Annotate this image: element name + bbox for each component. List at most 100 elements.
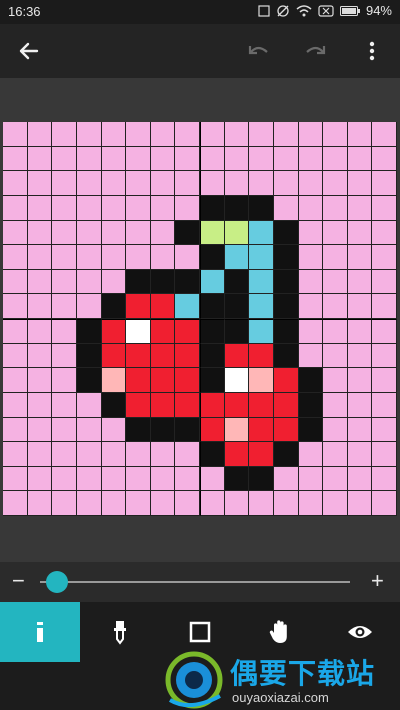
canvas-pixel[interactable] (273, 319, 299, 344)
canvas-pixel[interactable] (273, 146, 299, 172)
canvas-pixel[interactable] (224, 392, 250, 418)
canvas-pixel[interactable] (372, 245, 397, 270)
canvas-pixel[interactable] (52, 269, 77, 295)
canvas-pixel[interactable] (150, 491, 176, 516)
canvas-pixel[interactable] (76, 491, 102, 516)
canvas-pixel[interactable] (347, 319, 373, 344)
canvas-pixel[interactable] (126, 466, 151, 492)
canvas-pixel[interactable] (249, 269, 274, 295)
canvas-pixel[interactable] (200, 417, 225, 443)
canvas-pixel[interactable] (52, 122, 77, 147)
canvas-pixel[interactable] (3, 146, 28, 172)
canvas-pixel[interactable] (347, 220, 373, 246)
canvas-pixel[interactable] (76, 269, 102, 295)
canvas-pixel[interactable] (175, 171, 200, 196)
canvas-pixel[interactable] (27, 319, 53, 344)
canvas-pixel[interactable] (175, 319, 200, 344)
canvas-pixel[interactable] (347, 392, 373, 418)
canvas-pixel[interactable] (224, 146, 250, 172)
canvas-pixel[interactable] (101, 392, 127, 418)
more-options-button[interactable] (356, 35, 388, 67)
canvas-pixel[interactable] (150, 392, 176, 418)
canvas-pixel[interactable] (27, 294, 53, 319)
canvas-pixel[interactable] (323, 195, 348, 221)
canvas-pixel[interactable] (249, 122, 274, 147)
canvas-pixel[interactable] (323, 466, 348, 492)
canvas-pixel[interactable] (3, 294, 28, 319)
canvas-pixel[interactable] (323, 343, 348, 369)
canvas-pixel[interactable] (3, 171, 28, 196)
canvas-pixel[interactable] (27, 491, 53, 516)
canvas-pixel[interactable] (101, 122, 127, 147)
canvas-pixel[interactable] (52, 220, 77, 246)
canvas-pixel[interactable] (249, 195, 274, 221)
canvas-pixel[interactable] (372, 319, 397, 344)
canvas-pixel[interactable] (27, 466, 53, 492)
canvas-pixel[interactable] (249, 442, 274, 467)
canvas-pixel[interactable] (52, 319, 77, 344)
canvas-pixel[interactable] (372, 417, 397, 443)
canvas-pixel[interactable] (323, 319, 348, 344)
canvas-pixel[interactable] (273, 392, 299, 418)
canvas-pixel[interactable] (126, 417, 151, 443)
canvas-pixel[interactable] (224, 171, 250, 196)
canvas-pixel[interactable] (372, 220, 397, 246)
zoom-slider-track[interactable] (40, 581, 350, 583)
canvas-pixel[interactable] (298, 146, 324, 172)
zoom-slider-thumb[interactable] (46, 571, 69, 593)
canvas-pixel[interactable] (249, 466, 274, 492)
canvas-pixel[interactable] (27, 171, 53, 196)
canvas-pixel[interactable] (150, 122, 176, 147)
canvas-pixel[interactable] (200, 171, 225, 196)
canvas-pixel[interactable] (249, 171, 274, 196)
canvas-pixel[interactable] (372, 466, 397, 492)
canvas-pixel[interactable] (27, 343, 53, 369)
canvas-pixel[interactable] (101, 195, 127, 221)
canvas-pixel[interactable] (101, 220, 127, 246)
canvas-pixel[interactable] (323, 392, 348, 418)
canvas-pixel[interactable] (126, 195, 151, 221)
canvas-pixel[interactable] (273, 269, 299, 295)
canvas-pixel[interactable] (224, 466, 250, 492)
canvas-pixel[interactable] (175, 491, 200, 516)
canvas-pixel[interactable] (27, 195, 53, 221)
canvas-pixel[interactable] (273, 171, 299, 196)
canvas-pixel[interactable] (347, 171, 373, 196)
canvas-pixel[interactable] (3, 368, 28, 393)
canvas-pixel[interactable] (224, 122, 250, 147)
canvas-pixel[interactable] (249, 392, 274, 418)
canvas-pixel[interactable] (347, 294, 373, 319)
canvas-pixel[interactable] (200, 491, 225, 516)
canvas-pixel[interactable] (298, 319, 324, 344)
canvas-pixel[interactable] (249, 294, 274, 319)
canvas-pixel[interactable] (224, 368, 250, 393)
canvas-pixel[interactable] (150, 195, 176, 221)
canvas-pixel[interactable] (3, 319, 28, 344)
canvas-pixel[interactable] (298, 442, 324, 467)
canvas-pixel[interactable] (27, 417, 53, 443)
canvas-pixel[interactable] (27, 220, 53, 246)
canvas-pixel[interactable] (76, 466, 102, 492)
canvas-pixel[interactable] (273, 122, 299, 147)
canvas-pixel[interactable] (298, 343, 324, 369)
canvas-pixel[interactable] (323, 269, 348, 295)
canvas-pixel[interactable] (200, 220, 225, 246)
canvas-pixel[interactable] (126, 343, 151, 369)
canvas-pixel[interactable] (249, 146, 274, 172)
canvas-pixel[interactable] (150, 466, 176, 492)
canvas-pixel[interactable] (347, 269, 373, 295)
canvas-pixel[interactable] (372, 392, 397, 418)
canvas-pixel[interactable] (3, 417, 28, 443)
canvas-pixel[interactable] (126, 146, 151, 172)
canvas-pixel[interactable] (150, 343, 176, 369)
canvas-pixel[interactable] (249, 491, 274, 516)
canvas-pixel[interactable] (323, 294, 348, 319)
canvas-pixel[interactable] (3, 269, 28, 295)
canvas-pixel[interactable] (175, 392, 200, 418)
canvas-pixel[interactable] (200, 294, 225, 319)
canvas-pixel[interactable] (76, 417, 102, 443)
canvas-pixel[interactable] (224, 245, 250, 270)
canvas-pixel[interactable] (52, 392, 77, 418)
canvas-pixel[interactable] (175, 294, 200, 319)
canvas-pixel[interactable] (273, 491, 299, 516)
